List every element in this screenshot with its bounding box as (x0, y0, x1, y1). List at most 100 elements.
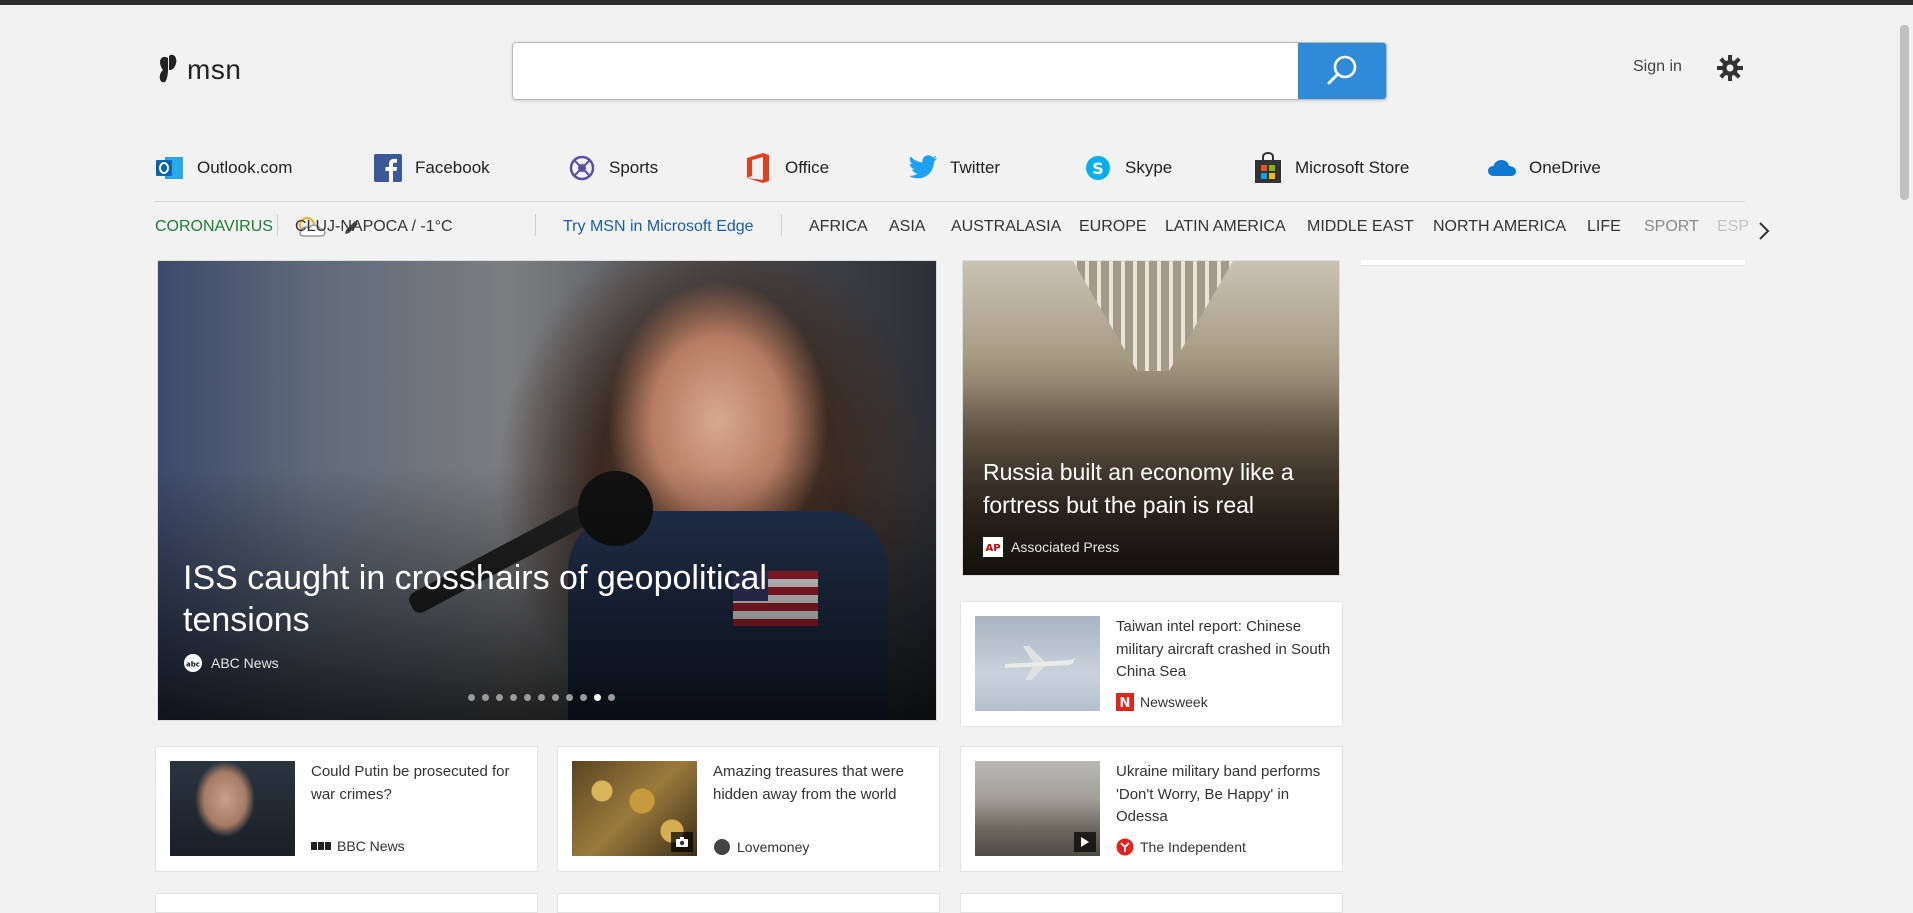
carousel-dot[interactable] (468, 694, 475, 701)
nav-separator (781, 214, 782, 236)
carousel-dot[interactable] (608, 694, 615, 701)
carousel-dot[interactable] (594, 694, 601, 701)
carousel-dot[interactable] (580, 694, 587, 701)
search-button[interactable] (1298, 43, 1386, 99)
carousel-dots (468, 694, 615, 701)
nav-category-latin-america[interactable]: LATIN AMERICA (1165, 218, 1286, 236)
nav-edge-promo[interactable]: Try MSN in Microsoft Edge (563, 218, 754, 236)
page-scrollbar[interactable] (1896, 5, 1913, 901)
msn-logo[interactable]: msn (155, 52, 241, 88)
settings-button[interactable] (1717, 55, 1743, 86)
feature-source: AP Associated Press (983, 537, 1119, 557)
hero-image-overlay (158, 261, 936, 720)
associated-press-logo-icon: AP (983, 537, 1003, 557)
microsoft-store-icon (1253, 152, 1283, 183)
scrollbar-thumb[interactable] (1900, 25, 1909, 200)
news-card[interactable]: Taiwan intel report: Chinese military ai… (960, 601, 1343, 727)
the-independent-logo-icon (1116, 838, 1134, 856)
quick-link-onedrive[interactable]: OneDrive (1487, 152, 1601, 184)
header-divider (155, 201, 1745, 202)
newsweek-logo-icon: N (1116, 693, 1134, 711)
quick-link-label: Skype (1125, 158, 1173, 177)
news-card-source: N Newsweek (1116, 693, 1208, 711)
news-card-headline[interactable]: Ukraine military band performs 'Don't Wo… (1116, 761, 1331, 829)
news-card-partial[interactable] (960, 893, 1343, 913)
news-card-source: Lovemoney (713, 838, 809, 856)
news-card-source-name: Lovemoney (737, 839, 810, 855)
quick-link-microsoft-store[interactable]: Microsoft Store (1253, 152, 1409, 184)
hero-carousel[interactable]: ISS caught in crosshairs of geopolitical… (157, 260, 937, 721)
quick-link-twitter[interactable]: Twitter (908, 152, 1000, 184)
news-card-source-name: Newsweek (1140, 694, 1208, 710)
quick-link-label: Office (785, 158, 830, 177)
search-box (512, 42, 1387, 100)
quick-link-facebook[interactable]: Facebook (373, 152, 490, 184)
feature-card[interactable]: Russia built an economy like a fortress … (962, 260, 1340, 576)
nav-category-north-america[interactable]: NORTH AMERICA (1433, 218, 1566, 236)
category-nav: CORONAVIRUS CLUJ-NAPOCA / -1°C Try MSN i… (155, 214, 1775, 240)
news-card-partial[interactable] (155, 893, 538, 913)
news-card-source: The Independent (1116, 838, 1246, 856)
quick-link-sports[interactable]: Sports (567, 152, 658, 184)
hero-source-name: ABC News (211, 655, 279, 671)
news-card-headline[interactable]: Taiwan intel report: Chinese military ai… (1116, 616, 1331, 684)
nav-coronavirus[interactable]: CORONAVIRUS (155, 218, 273, 236)
news-card-partial[interactable] (557, 893, 940, 913)
outlook-icon (155, 153, 185, 183)
hero-headline[interactable]: ISS caught in crosshairs of geopolitical… (183, 557, 843, 641)
news-card-headline[interactable]: Could Putin be prosecuted for war crimes… (311, 761, 526, 806)
quick-link-label: OneDrive (1529, 158, 1601, 177)
quick-links-bar: Outlook.com Facebook Sports Office Twitt… (155, 152, 1755, 184)
chevron-right-icon (1759, 222, 1770, 240)
bbc-logo-icon (311, 842, 331, 850)
play-icon (1081, 837, 1089, 847)
news-card[interactable]: Could Putin be prosecuted for war crimes… (155, 746, 538, 872)
nav-category-australasia[interactable]: AUSTRALASIA (951, 218, 1061, 236)
news-card-thumbnail (975, 616, 1100, 711)
nav-category-europe[interactable]: EUROPE (1079, 218, 1147, 236)
nav-separator (277, 214, 278, 236)
carousel-dot[interactable] (496, 694, 503, 701)
search-input[interactable] (513, 43, 1298, 99)
news-card[interactable]: Ukraine military band performs 'Don't Wo… (960, 746, 1343, 872)
logo-text: msn (187, 54, 242, 85)
lovemoney-logo-icon (714, 839, 730, 855)
quick-link-office[interactable]: Office (743, 152, 829, 184)
quick-link-label: Twitter (950, 158, 1001, 177)
quick-link-outlook[interactable]: Outlook.com (155, 152, 292, 184)
nav-category-asia[interactable]: ASIA (889, 218, 925, 236)
nav-next-button[interactable] (1757, 220, 1771, 247)
sign-in-link[interactable]: Sign in (1633, 58, 1682, 76)
aircraft-image (1005, 646, 1075, 680)
carousel-dot[interactable] (566, 694, 573, 701)
msn-butterfly-icon (159, 54, 177, 83)
nav-category-sport[interactable]: SPORT (1644, 218, 1699, 236)
nav-category-esp[interactable]: ESP (1717, 218, 1749, 236)
skype-icon: S (1083, 153, 1113, 183)
news-card[interactable]: Amazing treasures that were hidden away … (557, 746, 940, 872)
nav-category-africa[interactable]: AFRICA (809, 218, 868, 236)
nav-category-middle-east[interactable]: MIDDLE EAST (1307, 218, 1414, 236)
svg-text:N: N (1120, 696, 1131, 711)
nav-category-life[interactable]: LIFE (1587, 218, 1621, 236)
camera-icon (676, 837, 688, 847)
facebook-icon (373, 153, 403, 183)
news-card-thumbnail (170, 761, 295, 856)
carousel-dot[interactable] (552, 694, 559, 701)
carousel-dot[interactable] (482, 694, 489, 701)
quick-link-skype[interactable]: S Skype (1083, 152, 1172, 184)
feature-headline[interactable]: Russia built an economy like a fortress … (983, 456, 1328, 522)
news-card-source-name: BBC News (337, 838, 405, 854)
news-card-thumbnail (572, 761, 697, 856)
news-card-headline[interactable]: Amazing treasures that were hidden away … (713, 761, 928, 806)
gallery-badge (671, 832, 693, 852)
carousel-dot[interactable] (538, 694, 545, 701)
quick-link-label: Sports (609, 158, 659, 177)
sports-icon (567, 153, 597, 183)
quick-link-label: Facebook (415, 158, 490, 177)
nav-weather[interactable]: CLUJ-NAPOCA / -1°C (295, 214, 453, 240)
carousel-dot[interactable] (524, 694, 531, 701)
svg-text:abc: abc (186, 661, 200, 669)
news-card-thumbnail (975, 761, 1100, 856)
carousel-dot[interactable] (510, 694, 517, 701)
